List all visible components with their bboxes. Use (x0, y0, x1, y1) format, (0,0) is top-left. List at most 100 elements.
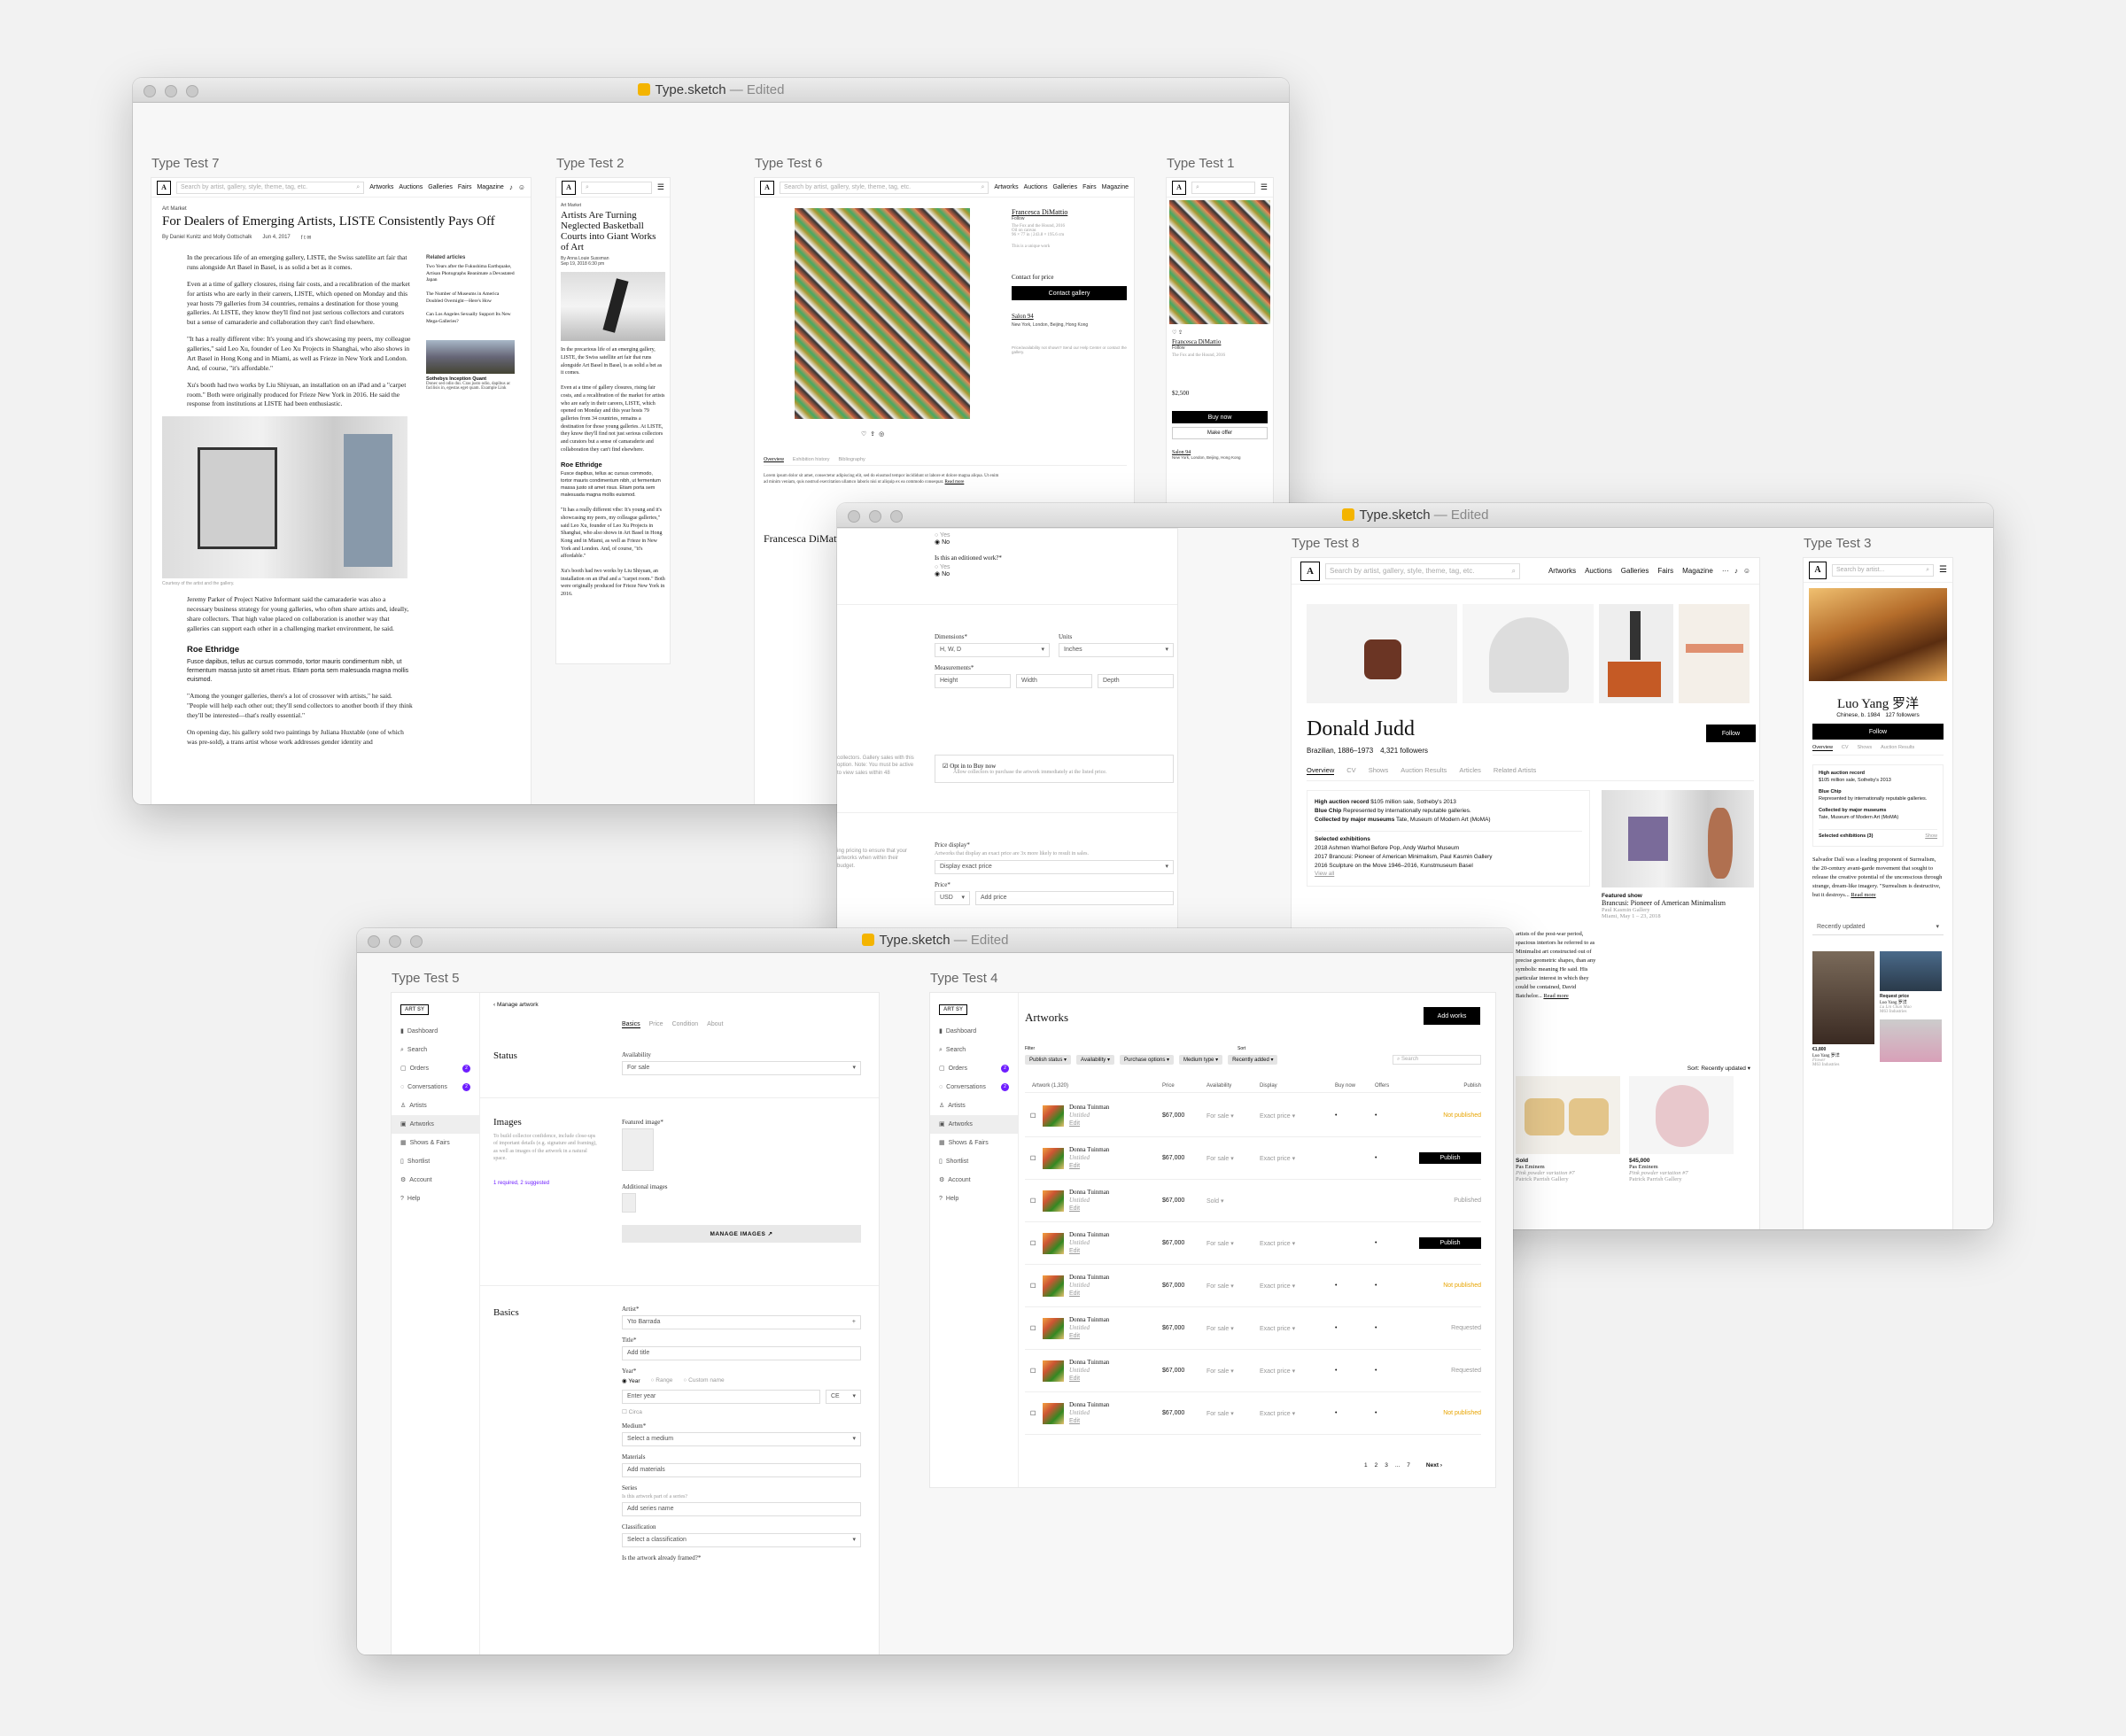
artwork-thumbnail[interactable] (1043, 1317, 1064, 1339)
materials-input[interactable]: Add materials (622, 1463, 861, 1477)
artboard-label[interactable]: Type Test 2 (556, 156, 624, 171)
availability-dropdown[interactable]: For sale ▾ (1207, 1112, 1260, 1120)
col-buy-now[interactable]: Buy now (1335, 1083, 1375, 1089)
col-artwork[interactable]: Artwork (1,320) (1025, 1083, 1162, 1089)
sidebar-item-artworks[interactable]: ▣ Artworks (930, 1115, 1018, 1134)
artwork-image[interactable] (795, 208, 970, 419)
menu-icon[interactable]: ☰ (1939, 565, 1947, 575)
col-publish[interactable]: Publish (1419, 1083, 1481, 1089)
availability-select[interactable]: For sale ▾ (622, 1061, 861, 1075)
radio-no[interactable]: ◉ No (935, 570, 1002, 577)
title-input[interactable]: Add title (622, 1346, 861, 1360)
tab-condition[interactable]: Condition (672, 1021, 699, 1028)
currency-select[interactable]: USD ▾ (935, 891, 970, 905)
tab-articles[interactable]: Articles (1459, 766, 1481, 775)
table-row[interactable]: ☐ Donna Tuinman Untitled Edit $67,000 For sal… (1025, 1350, 1481, 1392)
images-required-link[interactable]: 1 required, 2 suggested (493, 1181, 549, 1186)
availability-dropdown[interactable]: For sale ▾ (1207, 1155, 1260, 1162)
table-row[interactable]: ☐ Donna Tuinman Untitled Edit $67,000 For sal… (1025, 1392, 1481, 1435)
tab-bibliography[interactable]: Bibliography (839, 457, 865, 462)
tab-price[interactable]: Price (649, 1021, 663, 1028)
artsy-logo[interactable]: ART SY (939, 1004, 968, 1015)
tab-exhibition-history[interactable]: Exhibition history (793, 457, 830, 462)
read-more-link[interactable]: Read more (1851, 892, 1875, 898)
radio-custom-name[interactable]: ○ Custom name (683, 1377, 724, 1384)
minimize-button[interactable] (165, 85, 177, 97)
artwork-thumbnail[interactable] (1043, 1104, 1064, 1127)
back-link[interactable]: ‹ Manage artwork (493, 1002, 539, 1008)
artboard-label[interactable]: Type Test 4 (930, 971, 997, 986)
sidebar-item-orders[interactable]: ▢ Orders 2 (400, 1059, 470, 1078)
artwork-thumbnail[interactable] (1043, 1360, 1064, 1382)
publish-button[interactable]: Publish (1419, 1237, 1481, 1249)
zoom-button[interactable] (890, 510, 903, 523)
make-offer-button[interactable]: Make offer (1172, 427, 1268, 439)
nav-auctions[interactable]: Auctions (1024, 184, 1048, 190)
sidebar-item-shortlist[interactable]: ▯ Shortlist (939, 1152, 1009, 1171)
page-2[interactable]: 2 (1375, 1462, 1378, 1469)
table-row[interactable]: ☐ Donna Tuinman Untitled Edit $67,000 For sal… (1025, 1222, 1481, 1265)
year-input[interactable]: Enter year (622, 1390, 820, 1404)
availability-dropdown[interactable]: For sale ▾ (1207, 1240, 1260, 1247)
artboard-label[interactable]: Type Test 1 (1167, 156, 1234, 171)
close-button[interactable] (144, 85, 156, 97)
sidebar-item-artists[interactable]: ♙ Artists (939, 1097, 1009, 1115)
artwork-card[interactable]: €1,800 Luo Yang 罗洋 Flower M63 Industries (1812, 951, 1874, 1067)
close-button[interactable] (368, 935, 380, 948)
row-checkbox[interactable]: ☐ (1025, 1197, 1043, 1205)
nav-auctions[interactable]: Auctions (399, 184, 423, 190)
tab-basics[interactable]: Basics (622, 1021, 640, 1028)
circa-checkbox[interactable]: ☐ Circa (622, 1408, 861, 1415)
tab-about[interactable]: About (707, 1021, 723, 1028)
row-checkbox[interactable]: ☐ (1025, 1410, 1043, 1417)
tab-cv[interactable]: CV (1346, 766, 1355, 775)
artboard-label[interactable]: Type Test 6 (755, 156, 822, 171)
checkbox-checked[interactable]: ☑ (943, 763, 948, 770)
artsy-logo[interactable]: A (760, 180, 774, 195)
sort-dropdown[interactable]: Sort: Recently updated ▾ (1688, 1065, 1750, 1072)
table-row[interactable]: ☐ Donna Tuinman Untitled Edit $67,000 For sal… (1025, 1265, 1481, 1307)
artwork-thumbnail[interactable] (1043, 1275, 1064, 1297)
featured-title[interactable]: Brancusi: Pioneer of American Minimalism (1602, 899, 1754, 907)
artwork-thumb[interactable] (1307, 604, 1457, 703)
nav-magazine[interactable]: Magazine (1102, 184, 1129, 190)
nav-galleries[interactable]: Galleries (428, 184, 453, 190)
medium-select[interactable]: Select a medium ▾ (622, 1432, 861, 1446)
nav-fairs[interactable]: Fairs (1657, 567, 1673, 575)
nav-galleries[interactable]: Galleries (1621, 567, 1649, 575)
tab-auction-results[interactable]: Auction Results (1401, 766, 1447, 775)
edit-link[interactable]: Edit (1069, 1375, 1162, 1383)
edit-link[interactable]: Edit (1069, 1205, 1162, 1213)
more-icon[interactable]: ··· (1722, 567, 1729, 575)
tab-related-artists[interactable]: Related Artists (1494, 766, 1536, 775)
sidebar-item-shows-fairs[interactable]: ▦ Shows & Fairs (939, 1134, 1009, 1152)
related-link[interactable]: Can Los Angeles Sexually Support Its New… (426, 312, 515, 325)
buy-now-button[interactable]: Buy now (1172, 411, 1268, 423)
display-dropdown[interactable]: Exact price ▾ (1260, 1240, 1335, 1247)
display-dropdown[interactable]: Exact price ▾ (1260, 1112, 1335, 1120)
row-checkbox[interactable]: ☐ (1025, 1325, 1043, 1332)
search-input[interactable]: Search by artist... ⌕ (1832, 563, 1935, 577)
buy-now-opt-in[interactable]: ☑ Opt in to Buy now Allow collectors to … (935, 755, 1174, 783)
availability-dropdown[interactable]: For sale ▾ (1207, 1368, 1260, 1375)
radio-range[interactable]: ○ Range (651, 1377, 673, 1384)
artsy-logo[interactable]: A (562, 180, 576, 195)
sidebar-item-account[interactable]: ⚙ Account (400, 1171, 470, 1190)
zoom-button[interactable] (186, 85, 198, 97)
tab-cv[interactable]: CV (1842, 745, 1849, 751)
edit-link[interactable]: Edit (1069, 1290, 1162, 1298)
edit-link[interactable]: Edit (1069, 1162, 1162, 1170)
display-dropdown[interactable]: Exact price ▾ (1260, 1283, 1335, 1290)
tab-overview[interactable]: Overview (1307, 766, 1335, 775)
bell-icon[interactable]: ♪ (509, 183, 513, 191)
gallery-link[interactable]: Salon 94 (1012, 313, 1127, 320)
sidebar-item-conversations[interactable]: ◌ Conversations 2 (400, 1078, 470, 1097)
sidebar-item-orders[interactable]: ▢ Orders 2 (939, 1059, 1009, 1078)
filter-availability[interactable]: Availability ▾ (1076, 1055, 1114, 1065)
nav-artworks[interactable]: Artworks (994, 184, 1018, 190)
artwork-thumb[interactable] (1599, 604, 1673, 703)
additional-image-slot[interactable] (622, 1193, 636, 1213)
sidebar-item-dashboard[interactable]: ▮ Dashboard (939, 1022, 1009, 1041)
edit-link[interactable]: Edit (1069, 1247, 1162, 1255)
sidebar-item-help[interactable]: ? Help (939, 1190, 1009, 1208)
